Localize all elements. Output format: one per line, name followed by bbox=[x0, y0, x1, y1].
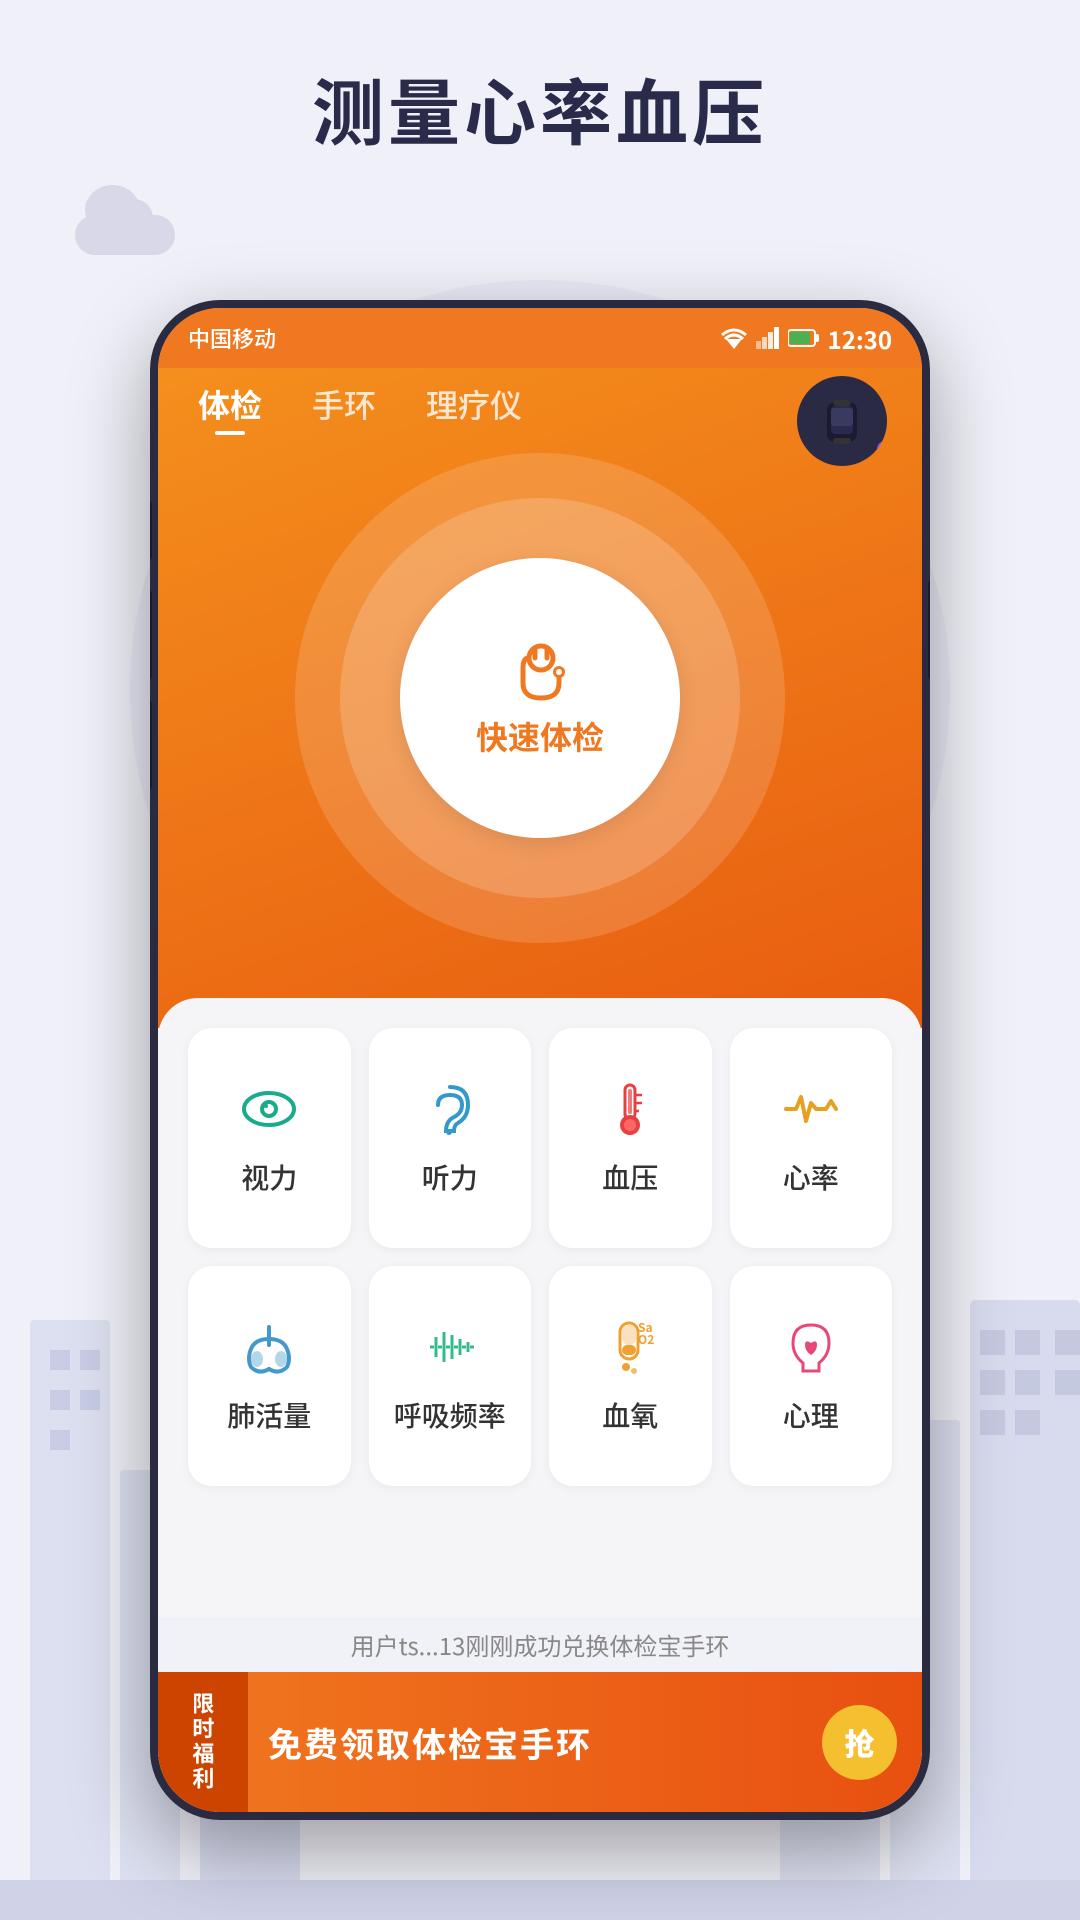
content-area: 视力 听力 bbox=[158, 998, 922, 1812]
mute-button bbox=[150, 500, 152, 560]
status-bar: 中国移动 bbox=[158, 308, 922, 368]
wearable-label: 测 bbox=[877, 441, 887, 466]
menu-item-blood-pressure[interactable]: 血压 bbox=[549, 1028, 712, 1248]
header-area: 中国移动 bbox=[158, 308, 922, 1028]
status-icons: 12:30 bbox=[720, 321, 892, 356]
wifi-icon bbox=[720, 327, 748, 349]
banner-badge: 限时福利 bbox=[158, 1672, 248, 1812]
page-title: 测量心率血压 bbox=[0, 55, 1080, 160]
lung-icon bbox=[239, 1317, 299, 1377]
banner-main-text: 免费领取体检宝手环 bbox=[268, 1718, 822, 1767]
hearing-icon bbox=[420, 1079, 480, 1139]
bottom-banner[interactable]: 限时福利 免费领取体检宝手环 抢 bbox=[158, 1672, 922, 1812]
psychology-label: 心理 bbox=[783, 1395, 839, 1435]
grid-menu: 视力 听力 bbox=[188, 1028, 892, 1486]
svg-text:O2: O2 bbox=[638, 1331, 654, 1348]
menu-item-heart-rate[interactable]: 心率 bbox=[730, 1028, 893, 1248]
blood-oxygen-label: 血氧 bbox=[602, 1395, 658, 1435]
heart-rate-label: 心率 bbox=[783, 1157, 839, 1197]
vision-label: 视力 bbox=[241, 1157, 297, 1197]
phone-screen: 中国移动 bbox=[158, 308, 922, 1812]
psychology-icon bbox=[781, 1317, 841, 1377]
background: 测量心率血压 中国移动 bbox=[0, 0, 1080, 1920]
breathing-icon bbox=[420, 1317, 480, 1377]
grab-button[interactable]: 抢 bbox=[822, 1705, 897, 1780]
menu-item-lung[interactable]: 肺活量 bbox=[188, 1266, 351, 1486]
signal-icon bbox=[756, 327, 780, 349]
thermometer-icon bbox=[600, 1079, 660, 1139]
menu-item-breathing[interactable]: 呼吸频率 bbox=[369, 1266, 532, 1486]
wearable-icon bbox=[817, 394, 867, 449]
center-button-label: 快速体检 bbox=[476, 713, 604, 759]
tab-shouhuan[interactable]: 手环 bbox=[312, 381, 376, 435]
notification-bar: 用户ts...13刚刚成功兑换体检宝手环 bbox=[158, 1617, 922, 1672]
blood-oxygen-icon: Sa O2 bbox=[600, 1317, 660, 1377]
cloud-decoration bbox=[65, 195, 185, 255]
tab-liaoyi[interactable]: 理疗仪 bbox=[426, 381, 522, 435]
menu-item-vision[interactable]: 视力 bbox=[188, 1028, 351, 1248]
volume-down-button bbox=[150, 700, 152, 790]
battery-icon bbox=[788, 328, 820, 348]
lung-label: 肺活量 bbox=[227, 1395, 311, 1435]
stethoscope-icon bbox=[503, 638, 578, 713]
grab-label: 抢 bbox=[845, 1720, 875, 1764]
hearing-label: 听力 bbox=[422, 1157, 478, 1197]
tab-tijian[interactable]: 体检 bbox=[198, 381, 262, 435]
menu-item-hearing[interactable]: 听力 bbox=[369, 1028, 532, 1248]
notification-text: 用户ts...13刚刚成功兑换体检宝手环 bbox=[351, 1627, 730, 1662]
wearable-badge[interactable]: 测 bbox=[797, 376, 887, 466]
power-button bbox=[928, 580, 930, 680]
breathing-label: 呼吸频率 bbox=[394, 1395, 506, 1435]
volume-up-button bbox=[150, 590, 152, 680]
circles-container: 快速体检 bbox=[290, 448, 790, 948]
blood-pressure-label: 血压 bbox=[602, 1157, 658, 1197]
carrier-label: 中国移动 bbox=[188, 322, 276, 354]
quick-exam-button[interactable]: 快速体检 bbox=[400, 558, 680, 838]
heart-rate-icon bbox=[781, 1079, 841, 1139]
menu-item-psychology[interactable]: 心理 bbox=[730, 1266, 893, 1486]
vision-icon bbox=[239, 1079, 299, 1139]
phone-frame: 中国移动 bbox=[150, 300, 930, 1820]
time-label: 12:30 bbox=[828, 321, 892, 356]
banner-badge-text: 限时福利 bbox=[188, 1692, 219, 1792]
menu-item-blood-oxygen[interactable]: Sa O2 血氧 bbox=[549, 1266, 712, 1486]
